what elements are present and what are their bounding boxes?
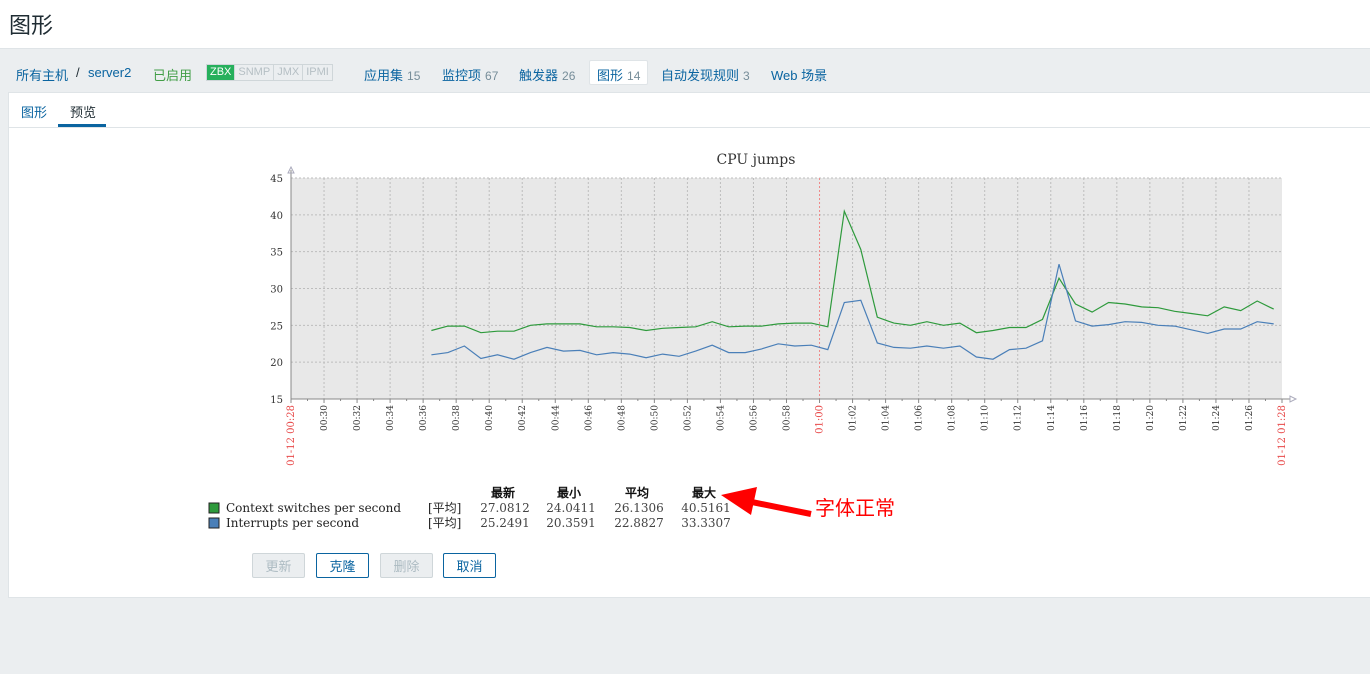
x-tick-label: 00:42	[518, 405, 528, 431]
nav-discovery-rules[interactable]: 自动发现规则 3	[661, 65, 750, 84]
nav-graphs-label: 图形	[597, 68, 624, 83]
x-tick-label: 00:54	[716, 405, 726, 431]
legend-name-interrupts: Interrupts per second	[226, 516, 359, 530]
legend-min-interrupts: 20.3591	[546, 516, 596, 530]
x-tick-label: 00:44	[551, 405, 561, 431]
legend-last-context-switches: 27.0812	[480, 501, 530, 515]
x-tick-label: 00:56	[749, 405, 759, 431]
x-tick-label: 01:04	[882, 405, 892, 431]
x-tick-label: 00:34	[386, 405, 396, 431]
graph-panel: 图形 预览 CPU jumps 45 40 35 30 25 20 15 00:30 00:3…	[8, 92, 1370, 598]
nav-items[interactable]: 监控项 67	[442, 65, 498, 84]
zbx-badge: ZBX	[207, 65, 235, 80]
nav-triggers[interactable]: 触发器 26	[519, 65, 575, 84]
all-hosts-link[interactable]: 所有主机	[16, 65, 68, 84]
legend-swatch-interrupts	[208, 517, 220, 529]
jmx-badge: JMX	[273, 65, 302, 80]
host-navigation: 所有主机 / server2 已启用 ZBX SNMP JMX IPMI 应用集…	[0, 49, 1370, 93]
legend-header-avg: 平均	[625, 485, 649, 500]
x-hour-label: 01:00	[815, 405, 826, 434]
nav-web-label: Web 场景	[771, 68, 828, 83]
y-tick-label: 30	[270, 285, 283, 296]
y-tick-label: 25	[270, 321, 283, 332]
x-tick-label: 01:24	[1212, 405, 1222, 431]
breadcrumb-separator: /	[76, 65, 80, 80]
x-axis-arrow	[1289, 395, 1298, 403]
x-start-label: 01-12 00:28	[286, 405, 297, 466]
legend-name-context-switches: Context switches per second	[226, 501, 401, 515]
nav-applications-label: 应用集	[364, 68, 404, 83]
x-tick-label: 00:40	[485, 405, 495, 431]
nav-applications[interactable]: 应用集 15	[364, 65, 420, 84]
x-tick-label: 01:08	[948, 405, 958, 431]
nav-graphs[interactable]: 图形 14	[597, 65, 640, 84]
x-tick-label: 01:18	[1113, 405, 1123, 431]
legend-max-context-switches: 40.5161	[681, 501, 731, 515]
legend-func-interrupts: [平均]	[428, 516, 461, 530]
legend-header-min: 最小	[557, 485, 581, 500]
x-tick-label: 00:30	[320, 405, 330, 431]
legend-func-context-switches: [平均]	[428, 501, 461, 515]
x-tick-label: 01:06	[915, 405, 925, 431]
y-tick-label: 45	[270, 174, 283, 185]
chart-title: CPU jumps	[717, 152, 796, 168]
y-axis-ticks: 45 40 35 30 25 20 15	[270, 174, 283, 406]
x-tick-label: 01:12	[1014, 405, 1024, 431]
y-tick-label: 20	[270, 358, 283, 369]
x-tick-label: 00:36	[419, 405, 429, 431]
x-tick-label: 01:22	[1179, 405, 1189, 431]
x-tick-label: 01:02	[849, 405, 859, 431]
snmp-badge: SNMP	[234, 65, 273, 80]
legend-avg-interrupts: 22.8827	[614, 516, 664, 530]
x-tick-label: 01:26	[1245, 405, 1255, 431]
nav-triggers-count: 26	[562, 69, 576, 83]
annotation-label: 字体正常	[815, 496, 895, 520]
page-title: 图形	[9, 13, 54, 38]
x-tick-label: 00:38	[452, 405, 462, 431]
nav-items-count: 67	[485, 69, 499, 83]
x-tick-label: 00:32	[353, 405, 363, 431]
clone-button[interactable]: 克隆	[316, 553, 369, 578]
legend-last-interrupts: 25.2491	[480, 516, 530, 530]
graph-preview: CPU jumps 45 40 35 30 25 20 15 00:30 00:32 00:34…	[208, 152, 1298, 530]
legend-max-interrupts: 33.3307	[681, 516, 731, 530]
y-tick-label: 35	[270, 248, 283, 259]
y-tick-label: 40	[270, 211, 283, 222]
ipmi-badge: IPMI	[302, 65, 332, 80]
legend-header-last: 最新	[491, 485, 515, 500]
legend: 最新 最小 平均 最大 Context switches per second …	[208, 485, 731, 530]
nav-graphs-count: 14	[627, 69, 641, 83]
update-button[interactable]: 更新	[252, 553, 305, 578]
x-tick-label: 00:50	[650, 405, 660, 431]
delete-button[interactable]: 删除	[380, 553, 433, 578]
nav-discovery-label: 自动发现规则	[661, 68, 740, 83]
annotation-arrow	[721, 487, 812, 517]
host-link[interactable]: server2	[88, 65, 131, 80]
nav-web-scenarios[interactable]: Web 场景	[771, 65, 827, 84]
x-tick-label: 01:10	[981, 405, 991, 431]
nav-items-label: 监控项	[442, 68, 482, 83]
page-header: 图形	[0, 0, 1370, 49]
availability-indicators: ZBX SNMP JMX IPMI	[206, 64, 333, 81]
x-tick-label: 00:52	[683, 405, 693, 431]
host-status-enabled[interactable]: 已启用	[153, 65, 192, 84]
cancel-button[interactable]: 取消	[443, 553, 496, 578]
legend-header-max: 最大	[692, 485, 716, 500]
x-tick-label: 00:48	[617, 405, 627, 431]
nav-discovery-count: 3	[743, 69, 750, 83]
nav-applications-count: 15	[407, 69, 421, 83]
x-tick-label: 01:14	[1047, 405, 1057, 431]
x-tick-label: 00:58	[783, 405, 793, 431]
legend-min-context-switches: 24.0411	[546, 501, 596, 515]
x-axis-ticks: 00:30 00:32 00:34 00:36 00:38 00:40 00:42 00:44…	[286, 399, 1288, 466]
x-end-label: 01-12 01:28	[1277, 405, 1288, 466]
legend-avg-context-switches: 26.1306	[614, 501, 664, 515]
legend-swatch-context-switches	[208, 502, 220, 514]
y-tick-label: 15	[270, 395, 283, 406]
x-tick-label: 00:46	[584, 405, 594, 431]
x-tick-label: 01:16	[1080, 405, 1090, 431]
x-tick-label: 01:20	[1146, 405, 1156, 431]
nav-triggers-label: 触发器	[519, 68, 559, 83]
